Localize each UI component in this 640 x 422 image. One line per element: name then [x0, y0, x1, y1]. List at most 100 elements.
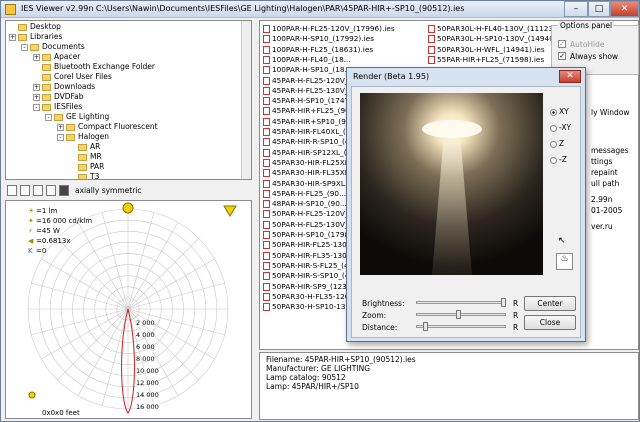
folder-icon — [54, 113, 63, 121]
zoom-reset[interactable]: R — [513, 311, 518, 320]
file-item[interactable]: 45PAR30-HIR-SP9XL... — [263, 179, 352, 189]
zoom-icon[interactable] — [7, 185, 17, 196]
file-item[interactable]: 50PAR30L-H-FL40-130V_(11123) — [428, 24, 556, 34]
file-item[interactable]: 50PAR-HIR-SP9_(1239... — [263, 282, 358, 292]
scale-label: 12 000 — [136, 379, 159, 387]
render-title: Render (Beta 1.95) — [353, 72, 430, 81]
file-item[interactable]: 100PAR-H-FL25_(18631).ies — [263, 45, 373, 55]
file-item[interactable]: 48PAR-H-SP10_(90... — [263, 199, 347, 209]
grid-icon[interactable] — [20, 185, 30, 196]
expand-icon[interactable]: + — [33, 93, 40, 101]
file-item[interactable]: 50PAR30L-H-SP10-130V_(14940) — [428, 34, 557, 44]
file-item[interactable]: 50PAR-H-FL25-130V_... — [263, 220, 355, 230]
radio-circle[interactable] — [550, 108, 557, 116]
tree-item[interactable]: T3 — [69, 172, 99, 179]
tree-item[interactable]: Bluetooth Exchange Folder — [33, 62, 155, 72]
ies-file-icon — [263, 292, 270, 301]
distance-reset[interactable]: R — [513, 323, 518, 332]
tree-item[interactable]: - Documents — [21, 42, 85, 52]
tree-item[interactable]: - GE Lighting — [45, 112, 109, 122]
expand-icon[interactable]: - — [33, 103, 40, 111]
view-radio[interactable]: -Z — [550, 155, 567, 164]
autohide-checkbox[interactable]: ✓ — [558, 40, 566, 48]
ies-file-icon — [263, 45, 270, 54]
tree-item[interactable]: AR — [69, 142, 100, 152]
file-item[interactable]: 50PAR-H-FL25-120V_... — [263, 209, 355, 219]
zoom-thumb[interactable] — [456, 310, 461, 319]
distance-slider[interactable] — [416, 322, 506, 331]
ies-file-icon — [263, 303, 270, 312]
tree-item[interactable]: + DVDFab — [33, 92, 84, 102]
expand-icon[interactable]: + — [9, 33, 16, 41]
center-button[interactable]: Center — [524, 296, 576, 311]
symmetry-label: axially symmetric — [75, 186, 142, 195]
brightness-thumb[interactable] — [501, 298, 506, 307]
radio-circle[interactable] — [550, 124, 557, 132]
title-bar[interactable]: IES Viewer v2.99n C:\Users\Nawin\Documen… — [1, 1, 639, 18]
view-radio[interactable]: XY — [550, 107, 569, 116]
file-item[interactable]: 55PAR-HIR+FL25_(71598).ies — [428, 55, 544, 65]
file-item[interactable]: 45PAR-HIR-SP12XL_(4... — [263, 148, 358, 158]
radio-circle[interactable] — [550, 156, 557, 164]
tree-item[interactable]: Corel User Files — [33, 72, 112, 82]
distance-thumb[interactable] — [423, 322, 428, 331]
tree-item[interactable]: + Compact Fluorescent — [57, 122, 158, 132]
file-item[interactable]: 45PAR-HIR-R-SP10_(4... — [263, 137, 356, 147]
file-item[interactable]: 45PAR-HIR+FL25_(90... — [263, 106, 357, 116]
zoom-slider[interactable] — [416, 310, 506, 319]
file-item[interactable]: 50PAR30L-H-WFL_(14941).ies — [428, 45, 545, 55]
lamp-marker-icon — [122, 202, 134, 214]
file-item[interactable]: 100PAR-H-SP10_(17992).ies — [263, 34, 374, 44]
maximize-button[interactable]: □ — [588, 1, 610, 17]
folder-tree[interactable]: Desktop + Libraries - Documents + Apacer Blueto… — [5, 20, 252, 180]
side-panel-text: ly Window — [591, 108, 630, 117]
tree-item[interactable]: Desktop — [9, 22, 61, 32]
render-close-btn[interactable]: Close — [524, 315, 576, 330]
minimize-button[interactable]: – — [564, 1, 588, 17]
render-close-button[interactable]: ✕ — [559, 70, 581, 83]
file-item[interactable]: 45PAR-HIR+SP10_(90... — [263, 117, 358, 127]
tree-item[interactable]: MR — [69, 152, 102, 162]
expand-icon[interactable]: + — [33, 83, 40, 91]
folder-icon — [78, 173, 87, 179]
radio-circle[interactable] — [550, 140, 557, 148]
save-icon[interactable] — [59, 185, 69, 196]
file-item[interactable]: 100PAR-H-SP10_(18... — [263, 65, 351, 75]
tree-scrollbar[interactable] — [241, 21, 251, 179]
brightness-slider[interactable] — [416, 298, 506, 307]
expand-icon[interactable]: + — [33, 53, 40, 61]
tree-item[interactable]: + Downloads — [33, 82, 95, 92]
cursor-icon[interactable]: ↖ — [558, 236, 572, 248]
tree-item[interactable]: + Libraries — [9, 32, 62, 42]
file-item[interactable]: 45PAR-H-FL25-130V_... — [263, 86, 355, 96]
polar-grid-spoke — [101, 308, 129, 406]
tree-item[interactable]: - IESFiles — [33, 102, 82, 112]
file-item[interactable]: 45PAR-HIR-FL40XL_(4... — [263, 127, 357, 137]
autohide-label: AutoHide — [570, 40, 605, 49]
file-item[interactable]: 45PAR30-HIR-FL25XL... — [263, 158, 356, 168]
file-item[interactable]: 45PAR-H-FL25-120V_... — [263, 76, 355, 86]
always-show-checkbox[interactable]: ✓ — [558, 52, 566, 60]
ies-file-icon — [263, 97, 270, 106]
expand-icon[interactable]: - — [57, 133, 64, 141]
tree-item[interactable]: + Apacer — [33, 52, 80, 62]
file-item[interactable]: 100PAR-H-FL40_(18... — [263, 55, 351, 65]
expand-icon[interactable]: - — [21, 43, 28, 51]
render-viewport[interactable] — [360, 93, 543, 275]
tree-item[interactable]: - Halogen — [57, 132, 109, 142]
file-item[interactable]: 45PAR30-HIR-FL35XL... — [263, 168, 356, 178]
view-radio[interactable]: -XY — [550, 123, 571, 132]
file-item[interactable]: 45PAR-H-FL25_(90... — [263, 189, 346, 199]
brightness-reset[interactable]: R — [513, 299, 518, 308]
close-button[interactable]: ✕ — [610, 1, 639, 17]
expand-icon[interactable]: - — [45, 113, 52, 121]
view-radio[interactable]: Z — [550, 139, 564, 148]
print-icon[interactable] — [46, 185, 56, 196]
file-item[interactable]: 100PAR-H-FL25-120V_(17996).ies — [263, 24, 395, 34]
lamp-icon[interactable]: ♨ — [556, 253, 573, 270]
expand-icon[interactable]: + — [57, 123, 64, 131]
link-icon[interactable] — [33, 185, 43, 196]
dimension-label: 0x0x0 feet — [42, 409, 80, 417]
tree-item[interactable]: PAR — [69, 162, 104, 172]
side-panel-text: 01-2005 — [591, 206, 623, 215]
